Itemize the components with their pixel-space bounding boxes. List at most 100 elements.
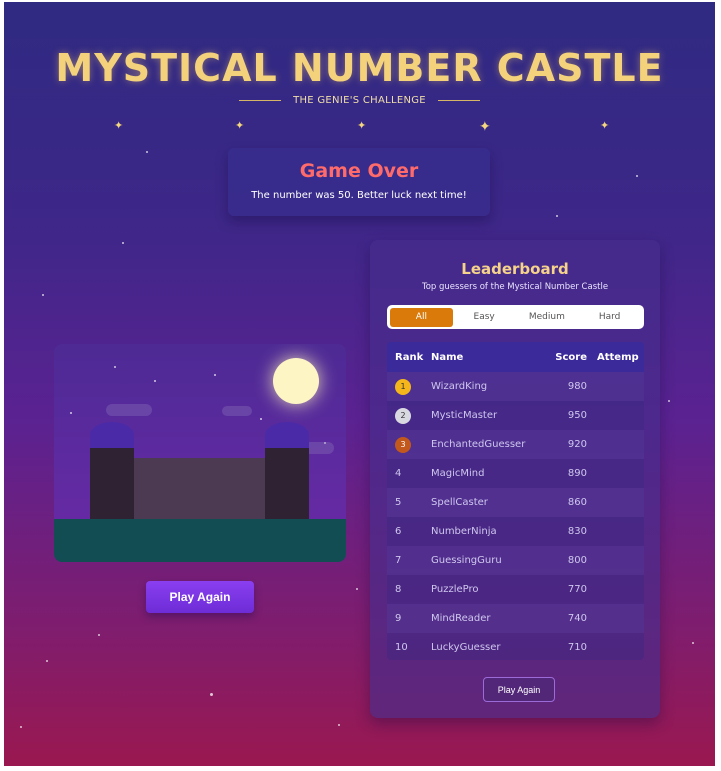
table-body: 1 WizardKing 980 2 MysticMaster 950 3 Enchanted…	[387, 372, 644, 660]
score-cell: 830	[567, 526, 587, 537]
table-row: 9 MindReader 740	[387, 604, 644, 633]
name-cell: MagicMind	[431, 468, 485, 479]
column-rank: Rank	[395, 351, 424, 363]
score-cell: 890	[567, 468, 587, 479]
subtitle-row: THE GENIE'S CHALLENGE	[4, 95, 715, 106]
column-score: Score	[555, 351, 587, 363]
rank-medal-icon: 1	[395, 378, 411, 395]
rank-cell: 3	[387, 436, 431, 453]
column-attempts: Attemp	[597, 351, 639, 363]
scene-star	[260, 418, 262, 420]
score-cell: 920	[567, 439, 587, 450]
table-row: 5 SpellCaster 860	[387, 488, 644, 517]
rank-cell: 5	[395, 497, 402, 508]
score-cell: 710	[567, 642, 587, 653]
scene-star	[214, 374, 216, 376]
game-over-panel: Game Over The number was 50. Better luck…	[228, 148, 490, 216]
sparkle-icon: ✦	[235, 119, 245, 132]
rank-cell: 7	[395, 555, 402, 566]
table-row: 3 EnchantedGuesser 920	[387, 430, 644, 459]
score-cell: 740	[567, 613, 587, 624]
rank-cell: 9	[395, 613, 402, 624]
leaderboard-table: Rank Name Score Attemp 1 WizardKing 980 2 My…	[387, 342, 644, 660]
subtitle-divider	[239, 100, 282, 101]
leaderboard-play-again-button[interactable]: Play Again	[483, 677, 555, 702]
cloud	[106, 404, 152, 416]
sparkle-icon: ✦	[114, 119, 124, 132]
castle-tower-left	[90, 448, 134, 522]
scene-star	[70, 412, 72, 414]
score-cell: 860	[567, 497, 587, 508]
rank-cell: 6	[395, 526, 402, 537]
sparkle-icon: ✦	[479, 119, 491, 135]
background-star	[356, 588, 358, 590]
background-star	[46, 660, 48, 662]
subtitle-divider	[437, 100, 480, 101]
background-star	[668, 400, 670, 402]
name-cell: PuzzlePro	[431, 584, 479, 595]
rank-cell: 10	[395, 642, 408, 653]
score-cell: 800	[567, 555, 587, 566]
table-row: 7 GuessingGuru 800	[387, 546, 644, 575]
score-cell: 980	[567, 381, 587, 392]
score-cell: 950	[567, 410, 587, 421]
rank-medal-icon: 2	[395, 407, 411, 424]
difficulty-tabs: All Easy Medium Hard	[387, 305, 644, 329]
table-header: Rank Name Score Attemp	[387, 342, 644, 372]
leaderboard-title: Leaderboard	[461, 260, 569, 278]
background-star	[42, 294, 44, 296]
score-cell: 770	[567, 584, 587, 595]
background-star	[556, 215, 558, 217]
background-star	[146, 151, 148, 153]
play-again-button[interactable]: Play Again	[146, 581, 254, 613]
rank-cell: 1	[387, 378, 431, 395]
rank-medal-icon: 3	[395, 436, 411, 453]
sparkle-icon: ✦	[600, 119, 610, 132]
table-row: 6 NumberNinja 830	[387, 517, 644, 546]
name-cell: SpellCaster	[431, 497, 488, 508]
table-row: 1 WizardKing 980	[387, 372, 644, 401]
table-row: 2 MysticMaster 950	[387, 401, 644, 430]
game-over-message: The number was 50. Better luck next time…	[251, 190, 467, 201]
table-row: 10 LuckyGuesser 710	[387, 633, 644, 660]
background-star	[20, 726, 22, 728]
castle-tower-right	[265, 448, 309, 522]
tab-medium[interactable]: Medium	[516, 308, 579, 327]
cloud	[222, 406, 252, 416]
castle-wall	[132, 458, 266, 522]
leaderboard-subtitle: Top guessers of the Mystical Number Cast…	[421, 282, 609, 292]
name-cell: MysticMaster	[431, 410, 498, 421]
game-screen: MYSTICAL NUMBER CASTLE THE GENIE'S CHALL…	[4, 2, 715, 766]
background-star	[338, 724, 340, 726]
name-cell: WizardKing	[431, 381, 488, 392]
rank-cell: 2	[387, 407, 431, 424]
name-cell: LuckyGuesser	[431, 642, 501, 653]
background-star	[98, 634, 100, 636]
rank-cell: 4	[395, 468, 402, 479]
game-over-heading: Game Over	[299, 160, 419, 182]
name-cell: GuessingGuru	[431, 555, 502, 566]
name-cell: EnchantedGuesser	[431, 439, 526, 450]
tab-easy[interactable]: Easy	[453, 308, 516, 327]
background-star	[692, 642, 694, 644]
moon	[273, 358, 319, 404]
name-cell: MindReader	[431, 613, 491, 624]
game-title: MYSTICAL NUMBER CASTLE	[55, 46, 664, 90]
column-name: Name	[431, 351, 464, 363]
leaderboard-panel: Leaderboard Top guessers of the Mystical…	[370, 240, 660, 718]
tab-hard[interactable]: Hard	[578, 308, 641, 327]
tower-dome	[265, 422, 309, 448]
rank-cell: 8	[395, 584, 402, 595]
table-row: 4 MagicMind 890	[387, 459, 644, 488]
tab-all[interactable]: All	[390, 307, 453, 327]
castle-scene	[54, 344, 346, 562]
scene-star	[154, 380, 156, 382]
game-subtitle: THE GENIE'S CHALLENGE	[293, 95, 426, 106]
tower-dome	[90, 422, 134, 448]
background-star	[636, 175, 638, 177]
scene-star	[114, 366, 116, 368]
table-row: 8 PuzzlePro 770	[387, 575, 644, 604]
background-star	[210, 693, 213, 696]
background-star	[122, 242, 124, 244]
name-cell: NumberNinja	[431, 526, 497, 537]
